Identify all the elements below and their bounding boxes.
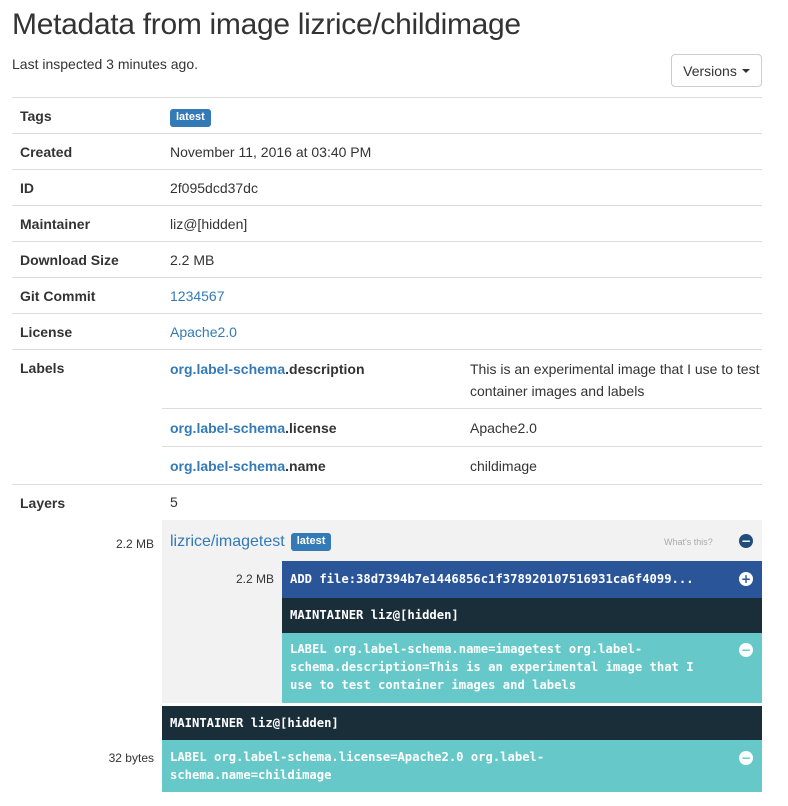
layer-command-text: MAINTAINER liz@[hidden] — [290, 608, 459, 622]
layer-command[interactable]: LABEL org.label-schema.name=imagetest or… — [282, 633, 762, 703]
layer-command-text: ADD file:38d7394b7e1446856c1f37892010751… — [290, 572, 694, 586]
license-label: License — [20, 324, 73, 340]
versions-dropdown-button[interactable]: Versions — [671, 54, 762, 87]
expand-icon[interactable]: + — [739, 572, 753, 586]
label-key-prefix-link[interactable]: org.label-schema — [170, 420, 285, 436]
label-key-prefix-link[interactable]: org.label-schema — [170, 458, 285, 474]
divider — [12, 205, 762, 206]
base-image-tag-badge[interactable]: latest — [290, 533, 332, 551]
maintainer-value: liz@[hidden] — [170, 216, 248, 232]
layers-label: Layers — [20, 495, 66, 511]
divider — [12, 133, 762, 134]
base-image-link[interactable]: lizrice/imagetest — [170, 533, 285, 551]
caret-down-icon — [741, 68, 750, 73]
label-key: org.label-schema.description — [170, 361, 365, 377]
divider — [12, 484, 762, 485]
license-link[interactable]: Apache2.0 — [170, 324, 237, 340]
maintainer-label: Maintainer — [20, 216, 91, 232]
tag-badge[interactable]: latest — [170, 109, 211, 127]
layer-command-text: LABEL org.label-schema.license=Apache2.0… — [170, 750, 545, 782]
git-commit-link[interactable]: 1234567 — [170, 288, 225, 304]
layer-size: 2.2 MB — [235, 572, 274, 586]
divider — [12, 241, 762, 242]
created-value: November 11, 2016 at 03:40 PM — [170, 144, 372, 160]
page-title: Metadata from image lizrice/childimage — [12, 8, 521, 41]
layer-command[interactable]: MAINTAINER liz@[hidden] — [282, 598, 762, 633]
download-size-value: 2.2 MB — [170, 252, 215, 268]
labels-label: Labels — [20, 360, 65, 376]
label-value: childimage — [470, 458, 537, 474]
whats-this-link[interactable]: What's this? — [664, 537, 713, 547]
id-value: 2f095dcd37dc — [170, 180, 258, 196]
git-commit-label: Git Commit — [20, 288, 96, 304]
created-label: Created — [20, 144, 73, 160]
layers-count: 5 — [170, 494, 178, 510]
divider — [12, 313, 762, 314]
divider — [12, 277, 762, 278]
label-key: org.label-schema.name — [170, 458, 326, 474]
label-key-prefix-link[interactable]: org.label-schema — [170, 361, 285, 377]
collapse-icon[interactable]: − — [739, 751, 753, 765]
id-label: ID — [20, 180, 34, 196]
layer-size: 2.2 MB — [115, 537, 154, 551]
layer-command[interactable]: ADD file:38d7394b7e1446856c1f37892010751… — [282, 561, 762, 598]
layer-command-text: MAINTAINER liz@[hidden] — [170, 716, 339, 730]
layer-command[interactable]: LABEL org.label-schema.license=Apache2.0… — [162, 740, 762, 792]
versions-label: Versions — [683, 62, 737, 79]
base-image-heading: lizrice/imagetest latest — [170, 533, 332, 551]
last-inspected-text: Last inspected 3 minutes ago. — [12, 56, 199, 72]
divider — [162, 408, 762, 409]
divider — [12, 97, 762, 98]
divider — [162, 446, 762, 447]
divider — [12, 349, 762, 350]
divider — [12, 169, 762, 170]
layer-size: 32 bytes — [108, 751, 154, 765]
label-value: Apache2.0 — [470, 420, 537, 436]
label-key: org.label-schema.license — [170, 420, 337, 436]
label-value: This is an experimental image that I use… — [470, 361, 760, 399]
layer-command[interactable]: MAINTAINER liz@[hidden] — [162, 706, 762, 740]
collapse-icon[interactable]: − — [739, 534, 753, 548]
collapse-icon[interactable]: − — [739, 643, 753, 657]
tags-label: Tags — [20, 108, 52, 124]
download-size-label: Download Size — [20, 252, 119, 268]
layer-command-text: LABEL org.label-schema.name=imagetest or… — [290, 642, 694, 692]
